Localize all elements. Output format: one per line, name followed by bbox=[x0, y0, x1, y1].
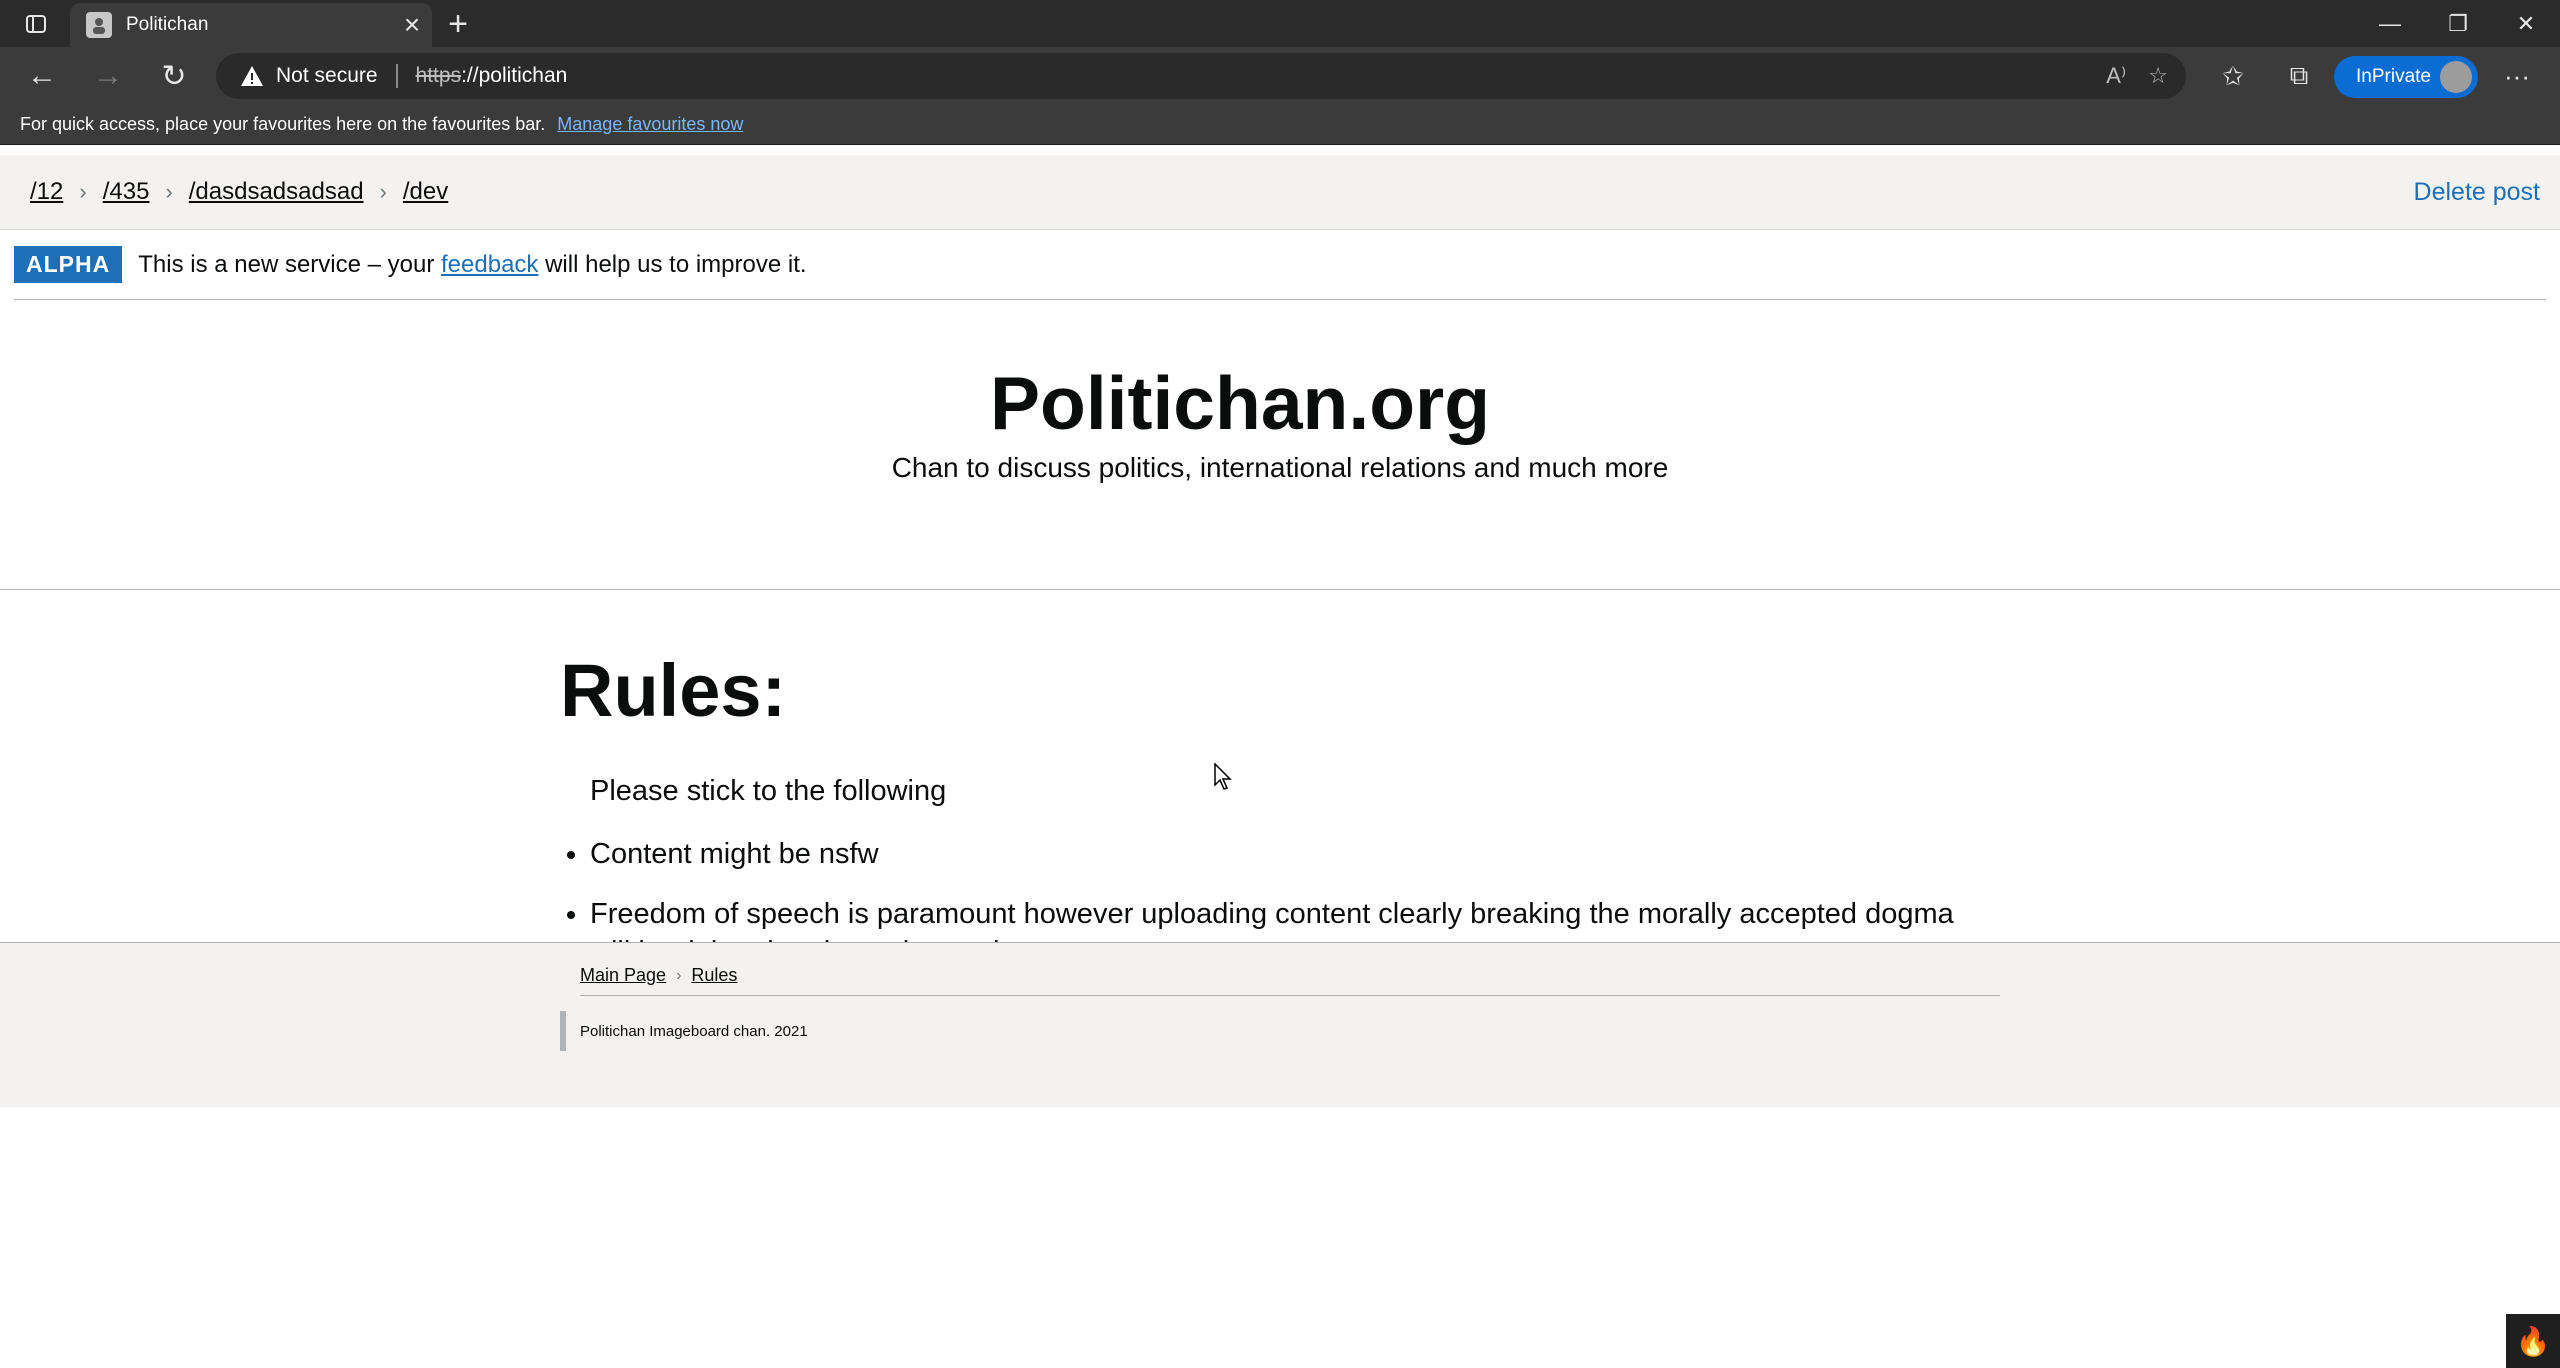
more-menu-icon[interactable]: ··· bbox=[2490, 47, 2544, 105]
browser-chrome: Politichan × + — ❐ ✕ ← → ↻ Not secure ht… bbox=[0, 0, 2560, 145]
breadcrumb: /12 › /435 › /dasdsadsadsad › /dev Delet… bbox=[0, 155, 2560, 230]
favourites-icon[interactable]: ✩ bbox=[2200, 47, 2266, 105]
feedback-link[interactable]: feedback bbox=[441, 251, 538, 279]
browser-tab[interactable]: Politichan × bbox=[70, 3, 432, 47]
chevron-right-icon: › bbox=[676, 966, 682, 984]
breadcrumb-link[interactable]: /435 bbox=[103, 178, 150, 206]
footer-link-main-page[interactable]: Main Page bbox=[580, 965, 666, 986]
tab-strip: Politichan × + — ❐ ✕ bbox=[0, 0, 2560, 47]
url-text[interactable]: https://politichan bbox=[416, 64, 568, 88]
site-favicon-icon bbox=[86, 12, 112, 38]
forward-icon[interactable]: → bbox=[82, 50, 134, 102]
address-bar-actions: A⁾ ☆ bbox=[2106, 53, 2168, 99]
back-icon[interactable]: ← bbox=[16, 50, 68, 102]
minimize-icon[interactable]: — bbox=[2356, 0, 2424, 47]
window-close-icon[interactable]: ✕ bbox=[2492, 0, 2560, 47]
toolbar-right: ✩ ⧉ bbox=[2200, 47, 2332, 105]
site-title: Politichan.org bbox=[989, 361, 1491, 445]
delete-post-link[interactable]: Delete post bbox=[2414, 155, 2540, 230]
phase-banner: ALPHA This is a new service – your feedb… bbox=[14, 230, 2546, 300]
phase-text-after: will help us to improve it. bbox=[545, 250, 807, 278]
chevron-right-icon: › bbox=[79, 179, 87, 204]
inprivate-button[interactable]: InPrivate bbox=[2334, 56, 2478, 98]
profile-avatar bbox=[2440, 61, 2472, 93]
site-tagline: Chan to discuss politics, international … bbox=[891, 452, 1669, 483]
breadcrumb-link[interactable]: /dev bbox=[403, 178, 448, 206]
restore-icon[interactable]: ❐ bbox=[2424, 0, 2492, 47]
flame-icon[interactable]: 🔥 bbox=[2506, 1314, 2560, 1368]
url-host: ://politichan bbox=[461, 64, 568, 87]
mouse-cursor-icon bbox=[1214, 763, 1232, 790]
favourites-bar-message: For quick access, place your favourites … bbox=[20, 114, 546, 134]
rules-heading: Rules: bbox=[560, 649, 787, 732]
refresh-icon[interactable]: ↻ bbox=[148, 50, 200, 102]
footer-link-rules[interactable]: Rules bbox=[691, 965, 737, 986]
rules-intro: Please stick to the following bbox=[590, 775, 947, 807]
browser-toolbar: ← → ↻ Not secure https://politichan A⁾ ☆… bbox=[0, 47, 2560, 105]
hero: Politichan.org Chan to discuss politics,… bbox=[0, 300, 2560, 590]
web-page: /12 › /435 › /dasdsadsadsad › /dev Delet… bbox=[0, 155, 2560, 1368]
window-controls: — ❐ ✕ bbox=[2356, 0, 2560, 47]
footer-breadcrumb: Main Page › Rules bbox=[580, 956, 2000, 996]
address-divider bbox=[395, 64, 398, 88]
phase-tag: ALPHA bbox=[14, 246, 123, 283]
new-tab-icon[interactable]: + bbox=[440, 5, 476, 43]
chevron-right-icon: › bbox=[379, 179, 387, 204]
read-aloud-icon[interactable]: A⁾ bbox=[2106, 63, 2126, 89]
collections-icon[interactable]: ⧉ bbox=[2266, 47, 2332, 105]
inprivate-label: InPrivate bbox=[2356, 66, 2431, 87]
url-scheme: https bbox=[415, 64, 462, 87]
warning-icon bbox=[240, 62, 268, 90]
address-bar[interactable]: Not secure https://politichan A⁾ ☆ bbox=[216, 53, 2186, 99]
manage-favourites-link[interactable]: Manage favourites now bbox=[557, 114, 743, 135]
security-status[interactable]: Not secure bbox=[276, 64, 378, 88]
chevron-right-icon: › bbox=[165, 179, 173, 204]
breadcrumb-link[interactable]: /dasdsadsadsad bbox=[189, 178, 364, 206]
breadcrumb-link[interactable]: /12 bbox=[30, 178, 63, 206]
favourites-bar: For quick access, place your favourites … bbox=[0, 105, 2560, 145]
rule-item: Content might be nsfw bbox=[590, 835, 1980, 873]
footer: Main Page › Rules Politichan Imageboard … bbox=[0, 942, 2560, 1107]
tab-title: Politichan bbox=[126, 14, 209, 35]
footer-copyright: Politichan Imageboard chan. 2021 bbox=[560, 1011, 808, 1051]
phase-text-before: This is a new service – your bbox=[138, 250, 435, 278]
add-favourite-icon[interactable]: ☆ bbox=[2148, 63, 2168, 89]
tab-close-icon[interactable]: × bbox=[392, 9, 432, 41]
tab-actions-icon[interactable] bbox=[16, 8, 56, 40]
